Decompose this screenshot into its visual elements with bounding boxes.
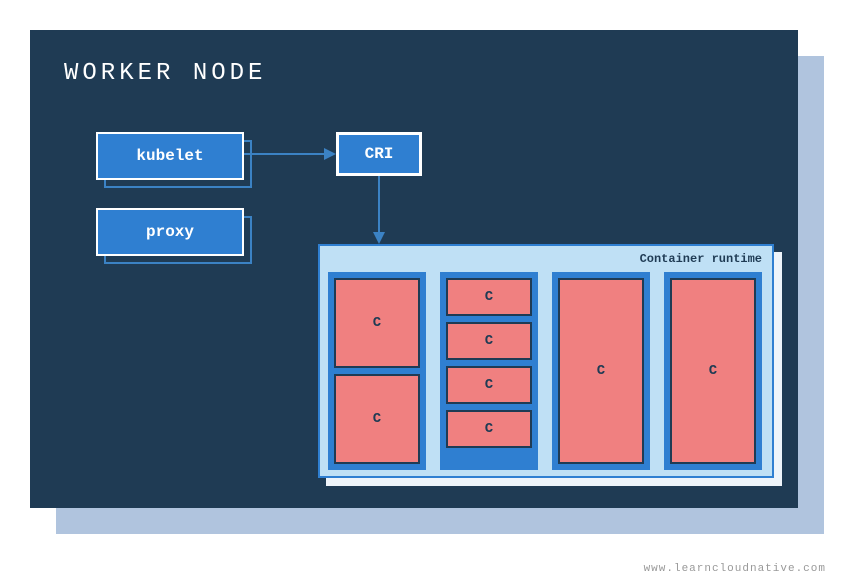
pod: C C [328, 272, 426, 470]
arrowhead-kubelet-to-cri [324, 148, 336, 160]
arrow-kubelet-to-cri [244, 153, 326, 155]
container: C [446, 410, 532, 448]
proxy-box: proxy [96, 208, 244, 256]
pods-row: C C C C C C C C [328, 272, 762, 470]
runtime-label: Container runtime [640, 252, 762, 266]
container: C [334, 374, 420, 464]
container: C [670, 278, 756, 464]
pod: C C C C [440, 272, 538, 470]
container: C [334, 278, 420, 368]
container-runtime-box: Container runtime C C C C C C C C [318, 244, 774, 478]
pod: C [552, 272, 650, 470]
container: C [446, 278, 532, 316]
cri-box: CRI [336, 132, 422, 176]
kubelet-label: kubelet [136, 147, 203, 165]
container: C [558, 278, 644, 464]
worker-node-panel: WORKER NODE kubelet proxy CRI Container … [30, 30, 798, 508]
attribution: www.learncloudnative.com [644, 563, 826, 575]
panel-title: WORKER NODE [64, 60, 764, 87]
kubelet-box: kubelet [96, 132, 244, 180]
diagram-canvas: WORKER NODE kubelet proxy CRI Container … [30, 30, 830, 540]
proxy-label: proxy [146, 223, 194, 241]
arrowhead-cri-to-runtime [373, 232, 385, 244]
cri-label: CRI [365, 145, 394, 163]
container: C [446, 366, 532, 404]
arrow-cri-to-runtime [378, 176, 380, 234]
pod: C [664, 272, 762, 470]
container: C [446, 322, 532, 360]
